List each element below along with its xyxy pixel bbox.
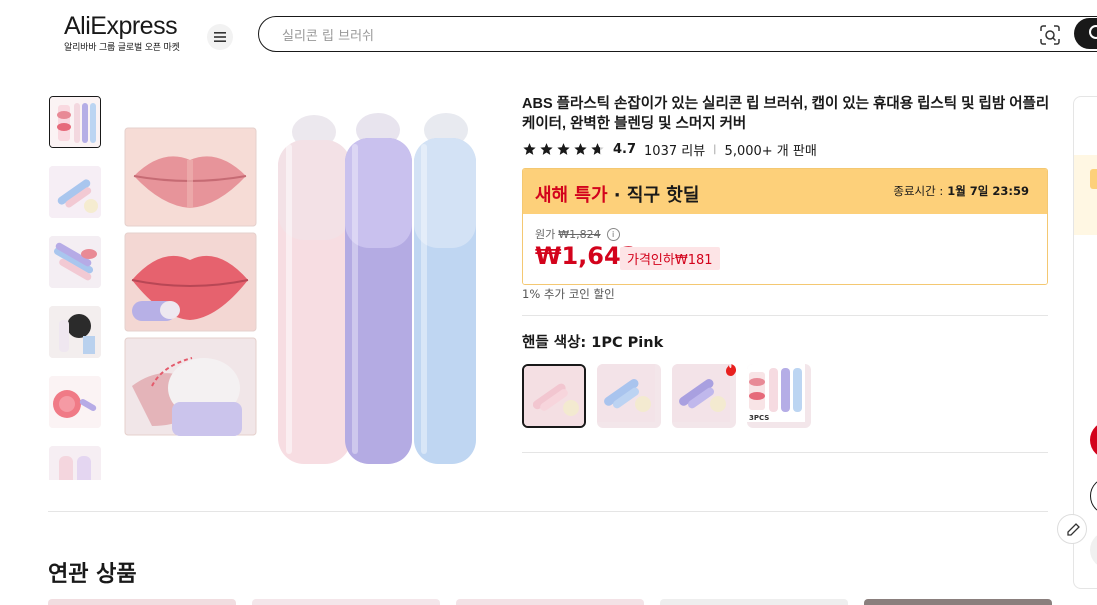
deal-box: 새해 특가 · 직구 핫딜 종료시간 :1월 7일 23:59 원가 ₩1,82…: [522, 168, 1048, 285]
swatch-image: [524, 366, 584, 426]
variant-purple[interactable]: [672, 364, 736, 428]
variant-pink[interactable]: [522, 364, 586, 428]
deal-body: 원가 ₩1,824 i ₩1,643 가격인하₩181: [523, 214, 1047, 284]
search-icon: [1089, 25, 1097, 39]
buy-now-button[interactable]: [1090, 421, 1097, 459]
product-photo: [112, 96, 498, 480]
rating-row[interactable]: 4.7 1037 리뷰 | 5,000+ 개 판매: [522, 140, 817, 159]
swatch-image: [597, 364, 655, 422]
rating-value: 4.7: [613, 141, 637, 157]
hot-fire-icon: [726, 364, 736, 376]
info-icon[interactable]: i: [606, 227, 620, 241]
original-price: ₩1,824: [558, 227, 601, 241]
thumbnail-image: [49, 376, 101, 428]
sold-count: 5,000+ 개 판매: [724, 143, 817, 159]
aliexpress-logo[interactable]: AliExpress 알리바바 그룹 글로벌 오픈 마켓: [64, 12, 190, 53]
image-search-button[interactable]: [1039, 24, 1061, 46]
star-rating: [522, 142, 605, 156]
deal-end-label: 종료시간 :: [893, 184, 944, 198]
thumbnail-list: [48, 96, 104, 480]
product-title: ABS 플라스틱 손잡이가 있는 실리콘 립 브러쉬, 캡이 있는 휴대용 립스…: [522, 96, 1050, 132]
thumbnail-image: [49, 236, 101, 288]
deal-title: 새해 특가 · 직구 핫딜: [535, 181, 699, 207]
deal-end-time: 종료시간 :1월 7일 23:59: [893, 183, 1029, 199]
deal-title-rest: · 직구 핫딜: [607, 185, 700, 206]
variant-3pcs[interactable]: 3PCS: [747, 364, 811, 428]
deal-header: 새해 특가 · 직구 핫딜 종료시간 :1월 7일 23:59: [523, 169, 1047, 214]
divider: [522, 315, 1048, 316]
original-price-label: 원가: [535, 228, 556, 241]
coin-discount-note: 1% 추가 코인 할인: [522, 287, 615, 301]
related-product-card[interactable]: [660, 599, 848, 605]
main-product-image[interactable]: [112, 96, 498, 480]
edit-button[interactable]: [1057, 514, 1087, 544]
thumbnail-image: [50, 97, 100, 147]
thumbnail-image: [49, 306, 101, 358]
related-product-card[interactable]: [864, 599, 1052, 605]
thumbnail-1[interactable]: [49, 96, 101, 148]
discount-badge: 가격인하₩181: [620, 247, 720, 270]
star-icon: [557, 143, 570, 155]
separator: |: [713, 143, 717, 155]
logo-subtitle: 알리바바 그룹 글로벌 오픈 마켓: [64, 43, 180, 53]
thumbnail-2[interactable]: [49, 166, 101, 218]
panel-promo-strip: [1074, 155, 1097, 235]
camera-scan-icon: [1040, 25, 1060, 45]
divider: [522, 452, 1048, 453]
thumbnail-5[interactable]: [49, 376, 101, 428]
related-product-card[interactable]: [48, 599, 236, 605]
section-divider: [48, 511, 1048, 512]
thumbnail-image: [49, 446, 101, 480]
thumbnail-6[interactable]: [49, 446, 101, 480]
menu-button[interactable]: [207, 24, 233, 50]
original-price-row: 원가 ₩1,824 i: [535, 226, 620, 242]
related-products-list: [48, 599, 1052, 605]
variant-label: 핸들 색상: 1PC Pink: [522, 335, 664, 351]
star-half-icon: [591, 143, 604, 155]
header: AliExpress 알리바바 그룹 글로벌 오픈 마켓 실리콘 립 브러쉬: [0, 0, 1097, 70]
panel-coupon-badge: [1090, 169, 1097, 189]
hamburger-icon: [214, 32, 226, 42]
related-product-card[interactable]: [456, 599, 644, 605]
variant-swatches: 3PCS: [522, 364, 811, 428]
logo-text: AliExpress: [64, 12, 178, 40]
review-count[interactable]: 1037 리뷰: [644, 140, 705, 159]
related-product-card[interactable]: [252, 599, 440, 605]
thumbnail-3[interactable]: [49, 236, 101, 288]
wishlist-button[interactable]: [1090, 531, 1097, 569]
deal-end-value: 1월 7일 23:59: [947, 184, 1029, 198]
deal-title-highlight: 새해 특가: [535, 185, 608, 206]
search-input[interactable]: 실리콘 립 브러쉬: [282, 25, 374, 44]
thumbnail-4[interactable]: [49, 306, 101, 358]
svg-text:3PCS: 3PCS: [749, 414, 769, 422]
search-bar: 실리콘 립 브러쉬: [258, 16, 1097, 52]
swatch-image: [672, 364, 730, 422]
add-to-cart-button[interactable]: [1090, 477, 1097, 515]
star-icon: [523, 143, 536, 155]
pencil-icon: [1067, 523, 1080, 536]
star-icon: [540, 143, 553, 155]
search-button[interactable]: [1074, 18, 1097, 49]
star-icon: [574, 143, 587, 155]
related-products-title: 연관 상품: [48, 562, 137, 587]
thumbnail-image: [49, 166, 101, 218]
variant-blue[interactable]: [597, 364, 661, 428]
swatch-image: 3PCS: [747, 364, 805, 422]
